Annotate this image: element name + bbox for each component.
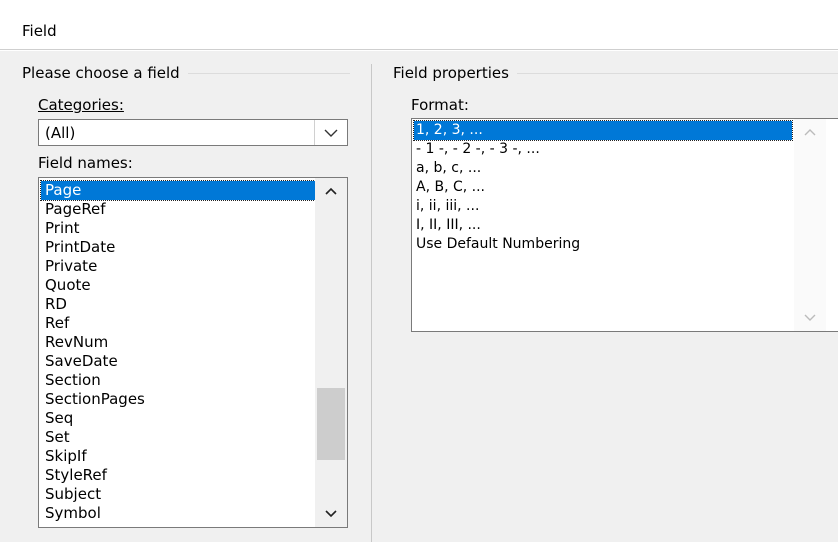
field-item-pageref[interactable]: PageRef: [45, 200, 106, 219]
field-item-page[interactable]: Page: [40, 180, 316, 201]
chevron-up-icon[interactable]: [794, 119, 826, 145]
field-item-styleref[interactable]: StyleRef: [45, 466, 107, 485]
field-item-private[interactable]: Private: [45, 257, 97, 276]
field-list-scroll-thumb[interactable]: [317, 388, 345, 460]
field-item-section[interactable]: Section: [45, 371, 101, 390]
field-item-skipif[interactable]: SkipIf: [45, 447, 87, 466]
field-item-ref[interactable]: Ref: [45, 314, 69, 333]
right-group-title: Field properties: [393, 64, 517, 82]
field-names-label-text: Field names:: [38, 154, 133, 172]
field-item-printdate[interactable]: PrintDate: [45, 238, 115, 257]
dialog-body: Please choose a field Categories: (All) …: [0, 51, 838, 542]
field-item-revnum[interactable]: RevNum: [45, 333, 108, 352]
categories-label: Categories:: [38, 96, 124, 114]
chevron-up-icon[interactable]: [315, 178, 347, 204]
chevron-down-icon[interactable]: [314, 120, 347, 145]
chevron-down-icon[interactable]: [794, 305, 826, 331]
field-list-scrollbar[interactable]: [315, 178, 347, 527]
format-label: Format:: [411, 96, 469, 114]
field-item-set[interactable]: Set: [45, 428, 70, 447]
format-item[interactable]: Use Default Numbering: [416, 235, 580, 254]
format-list[interactable]: 1, 2, 3, ... - 1 -, - 2 -, - 3 -, ... a,…: [411, 118, 838, 332]
format-item[interactable]: A, B, C, ...: [416, 178, 485, 197]
categories-label-text: Categories:: [38, 96, 124, 114]
format-item[interactable]: - 1 -, - 2 -, - 3 -, ...: [416, 140, 540, 159]
field-item-savedate[interactable]: SaveDate: [45, 352, 118, 371]
dialog-title: Field: [22, 22, 57, 40]
group-separator: [371, 64, 372, 542]
format-item[interactable]: i, ii, iii, ...: [416, 197, 479, 216]
field-names-label: Field names:: [38, 154, 133, 172]
format-list-scrollbar[interactable]: [794, 119, 826, 331]
field-item-symbol[interactable]: Symbol: [45, 504, 101, 523]
format-item[interactable]: 1, 2, 3, ...: [413, 120, 793, 141]
categories-combobox[interactable]: (All): [38, 119, 348, 146]
left-group-title: Please choose a field: [22, 64, 188, 82]
categories-value: (All): [45, 124, 76, 142]
field-item-sectionpages[interactable]: SectionPages: [45, 390, 145, 409]
field-item-quote[interactable]: Quote: [45, 276, 91, 295]
field-item-print[interactable]: Print: [45, 219, 80, 238]
field-item-rd[interactable]: RD: [45, 295, 67, 314]
dialog-titlebar: Field: [0, 0, 838, 50]
format-item[interactable]: I, II, III, ...: [416, 216, 481, 235]
field-item-subject[interactable]: Subject: [45, 485, 101, 504]
field-names-list[interactable]: Page PageRef Print PrintDate Private Quo…: [38, 177, 348, 528]
format-item[interactable]: a, b, c, ...: [416, 159, 481, 178]
chevron-down-icon[interactable]: [315, 501, 347, 527]
field-item-seq[interactable]: Seq: [45, 409, 73, 428]
